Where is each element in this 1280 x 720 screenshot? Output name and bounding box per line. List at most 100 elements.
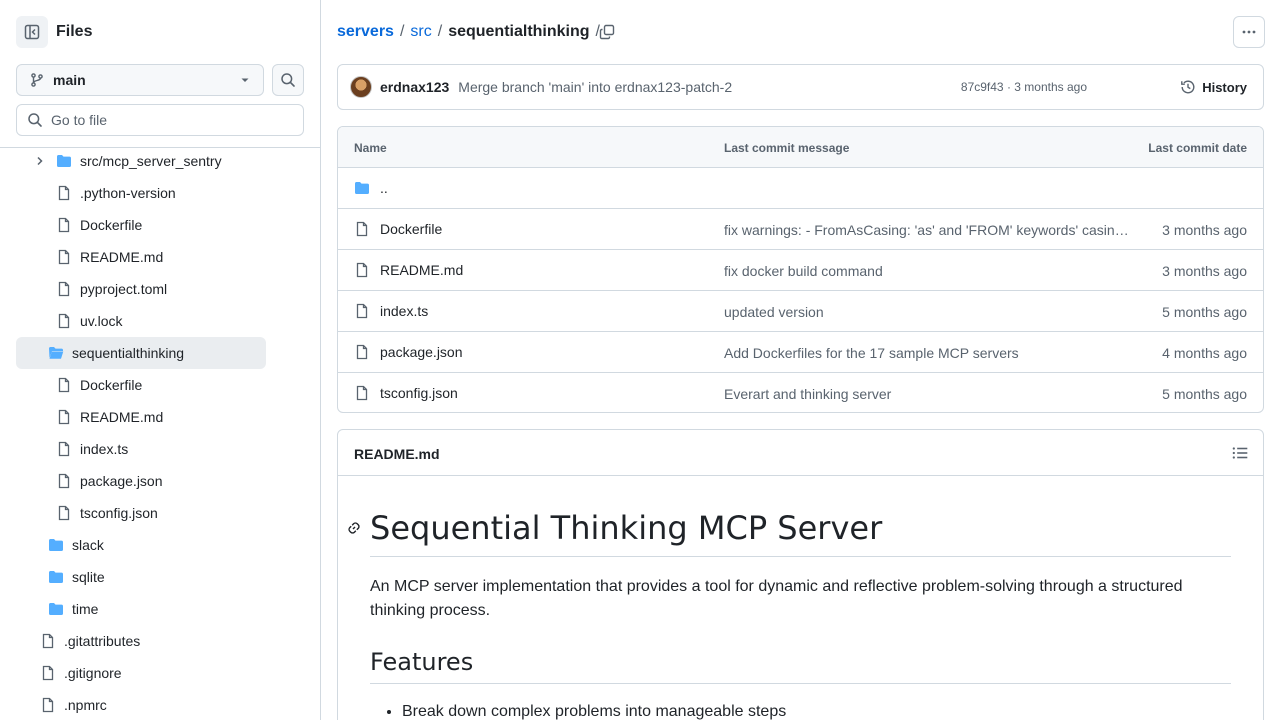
search-button[interactable] xyxy=(272,64,304,96)
latest-commit-bar: erdnax123 Merge branch 'main' into erdna… xyxy=(337,64,1264,110)
column-header-date: Last commit date xyxy=(1148,141,1247,155)
folder-icon xyxy=(48,569,64,585)
copy-path-button[interactable] xyxy=(597,22,617,42)
collapse-sidebar-button[interactable] xyxy=(16,16,48,48)
tree-item-time[interactable]: time xyxy=(48,593,298,625)
table-row[interactable]: index.ts updated version 5 months ago xyxy=(338,291,1263,332)
history-button[interactable]: History xyxy=(1180,79,1247,95)
tree-item-label: pyproject.toml xyxy=(80,281,168,297)
file-icon xyxy=(354,344,370,360)
commit-date: 3 months ago xyxy=(1162,263,1247,279)
tree-item-gitignore[interactable]: .gitignore xyxy=(40,657,300,689)
sidebar-collapse-icon xyxy=(24,24,40,40)
tree-item-index-ts[interactable]: index.ts xyxy=(56,433,306,465)
parent-directory-link: .. xyxy=(354,180,388,196)
kebab-horizontal-icon xyxy=(1242,30,1256,34)
commit-message-link[interactable]: updated version xyxy=(724,304,1134,320)
file-link[interactable]: package.json xyxy=(354,344,463,360)
outline-button[interactable] xyxy=(1231,444,1249,462)
tree-item-label: Dockerfile xyxy=(80,217,143,233)
branch-selector-button[interactable]: main xyxy=(16,64,264,96)
tree-item-src-mcp-server-sentry[interactable]: src/mcp_server_sentry xyxy=(56,149,306,177)
sidebar-header: Files main xyxy=(0,0,320,148)
tree-item-label: sqlite xyxy=(72,569,105,585)
tree-item-readme[interactable]: README.md xyxy=(56,241,306,273)
table-row[interactable]: tsconfig.json Everart and thinking serve… xyxy=(338,373,1263,412)
file-name: index.ts xyxy=(380,303,429,319)
tree-item-label: uv.lock xyxy=(80,313,123,329)
tree-item-label: README.md xyxy=(80,249,164,265)
commit-date: 5 months ago xyxy=(1162,304,1247,320)
search-icon xyxy=(281,73,295,87)
tree-item-sqlite[interactable]: sqlite xyxy=(48,561,298,593)
file-icon xyxy=(56,185,72,201)
file-icon xyxy=(354,385,370,401)
folder-icon xyxy=(48,537,64,553)
parent-directory-label: .. xyxy=(380,180,388,196)
table-row[interactable]: package.json Add Dockerfiles for the 17 … xyxy=(338,332,1263,373)
tree-item-dockerfile[interactable]: Dockerfile xyxy=(56,369,306,401)
link-anchor-icon[interactable] xyxy=(346,520,362,536)
breadcrumb: servers / src / sequentialthinking / xyxy=(337,22,606,42)
breadcrumb-link-servers[interactable]: servers xyxy=(337,22,394,42)
table-row[interactable]: Dockerfile fix warnings: - FromAsCasing:… xyxy=(338,209,1263,250)
file-icon xyxy=(40,633,56,649)
file-icon xyxy=(56,249,72,265)
copy-icon xyxy=(599,24,615,40)
go-to-file-input[interactable] xyxy=(51,112,291,128)
file-icon xyxy=(40,697,56,713)
table-row-parent-directory[interactable]: .. xyxy=(338,168,1263,209)
file-icon xyxy=(56,473,72,489)
commit-date: 4 months ago xyxy=(1162,345,1247,361)
tree-item-label: index.ts xyxy=(80,441,129,457)
tree-item-package-json[interactable]: package.json xyxy=(56,465,306,497)
breadcrumb-link-src[interactable]: src xyxy=(410,22,431,42)
tree-item-tsconfig[interactable]: tsconfig.json xyxy=(56,497,306,529)
file-tree: src/mcp_server_sentry .python-version Do… xyxy=(0,149,320,720)
commit-author[interactable]: erdnax123 xyxy=(380,79,449,95)
readme-heading: Sequential Thinking MCP Server xyxy=(370,508,1231,557)
commit-hash-and-time[interactable]: 87c9f43 · 3 months ago xyxy=(961,80,1087,94)
tree-item-python-version[interactable]: .python-version xyxy=(56,177,306,209)
list-item: Break down complex problems into managea… xyxy=(402,700,1231,720)
table-row[interactable]: README.md fix docker build command 3 mon… xyxy=(338,250,1263,291)
file-icon xyxy=(56,441,72,457)
tree-item-uv-lock[interactable]: uv.lock xyxy=(56,305,306,337)
tree-item-slack[interactable]: slack xyxy=(48,529,298,561)
tree-item-sequentialthinking[interactable]: sequentialthinking xyxy=(16,337,266,369)
commit-message-link[interactable]: fix docker build command xyxy=(724,263,1134,279)
tree-item-label: slack xyxy=(72,537,104,553)
file-link[interactable]: Dockerfile xyxy=(354,221,442,237)
tree-item-label: package.json xyxy=(80,473,163,489)
table-header: Name Last commit message Last commit dat… xyxy=(338,127,1263,168)
readme-tab[interactable]: README.md xyxy=(354,446,440,462)
branch-name: main xyxy=(53,72,86,88)
breadcrumb-current: sequentialthinking xyxy=(448,23,590,40)
more-options-button[interactable] xyxy=(1233,16,1265,48)
search-icon xyxy=(28,113,42,127)
tree-item-dockerfile[interactable]: Dockerfile xyxy=(56,209,306,241)
avatar[interactable] xyxy=(350,76,372,98)
tree-item-pyproject[interactable]: pyproject.toml xyxy=(56,273,306,305)
features-list: Break down complex problems into managea… xyxy=(370,700,1231,720)
tree-item-npmrc[interactable]: .npmrc xyxy=(40,689,300,720)
commit-message-link[interactable]: Add Dockerfiles for the 17 sample MCP se… xyxy=(724,345,1134,361)
file-link[interactable]: index.ts xyxy=(354,303,428,319)
tree-item-label: .gitignore xyxy=(64,665,122,681)
column-header-message: Last commit message xyxy=(724,141,850,155)
file-icon xyxy=(40,665,56,681)
tree-item-gitattributes[interactable]: .gitattributes xyxy=(40,625,300,657)
go-to-file-field[interactable] xyxy=(16,104,304,136)
commit-message-link[interactable]: Everart and thinking server xyxy=(724,386,1134,402)
file-link[interactable]: tsconfig.json xyxy=(354,385,458,401)
file-name: README.md xyxy=(380,262,464,278)
commit-message[interactable]: Merge branch 'main' into erdnax123-patch… xyxy=(458,79,732,95)
file-icon xyxy=(56,409,72,425)
file-name: package.json xyxy=(380,344,463,360)
commit-message-link[interactable]: fix warnings: - FromAsCasing: 'as' and '… xyxy=(724,222,1134,238)
file-link[interactable]: README.md xyxy=(354,262,463,278)
directory-listing: Name Last commit message Last commit dat… xyxy=(337,126,1264,413)
tree-item-readme[interactable]: README.md xyxy=(56,401,306,433)
commit-date: 5 months ago xyxy=(1162,386,1247,402)
chevron-right-icon[interactable] xyxy=(34,155,46,167)
